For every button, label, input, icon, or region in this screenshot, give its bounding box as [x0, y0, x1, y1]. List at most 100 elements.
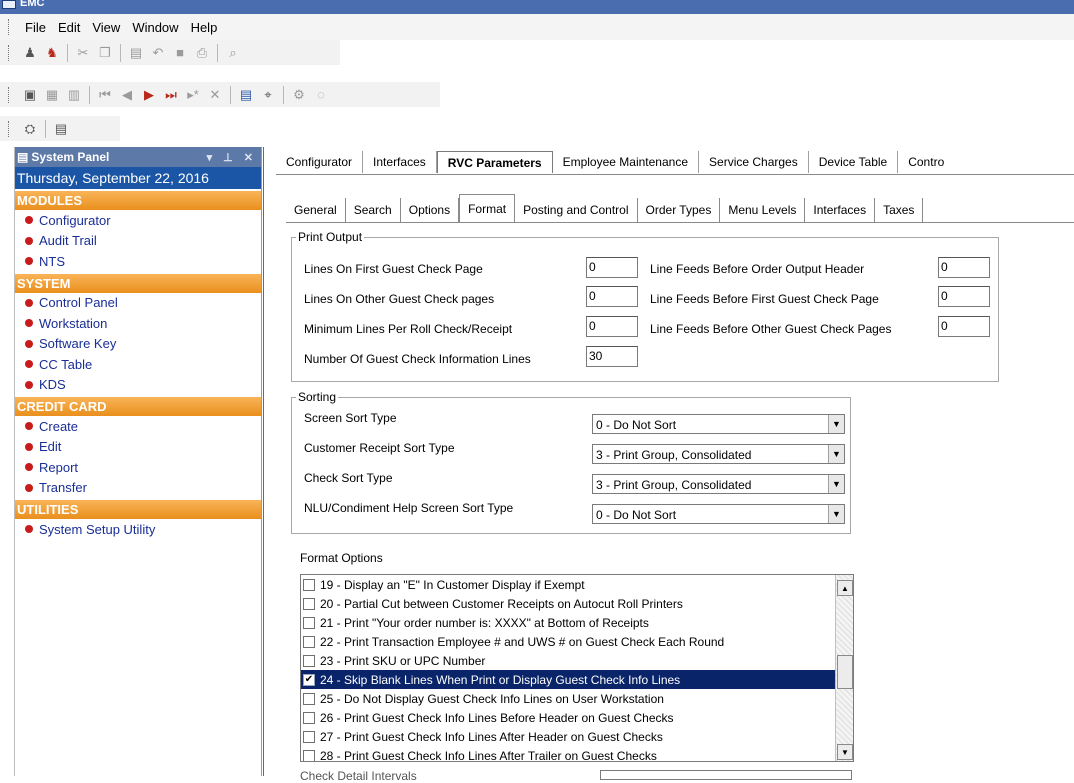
checkbox-checked[interactable]: ✔ — [303, 673, 315, 686]
tab-general[interactable]: General — [286, 198, 346, 222]
delete-record-icon[interactable]: ✕ — [206, 86, 224, 104]
checkbox[interactable] — [303, 711, 315, 724]
min-lines-roll-input[interactable]: 0 — [586, 316, 638, 337]
check-detail-intervals-input[interactable] — [600, 770, 852, 780]
checkbox[interactable] — [303, 578, 315, 591]
screen-sort-select[interactable]: 0 - Do Not Sort ▼ — [592, 414, 845, 434]
tab-device-table[interactable]: Device Table — [809, 151, 899, 173]
cut-icon[interactable]: ✂ — [74, 44, 92, 62]
checkbox[interactable] — [303, 749, 315, 761]
list-item[interactable]: 27 - Print Guest Check Info Lines After … — [301, 727, 853, 746]
check-sort-select[interactable]: 3 - Print Group, Consolidated ▼ — [592, 474, 845, 494]
chevron-down-icon[interactable]: ▼ — [828, 415, 844, 433]
tab-options[interactable]: Options — [401, 198, 460, 222]
format-options-list[interactable]: 19 - Display an "E" In Customer Display … — [300, 574, 854, 762]
tab-interfaces-sub[interactable]: Interfaces — [805, 198, 876, 222]
tab-order-types[interactable]: Order Types — [638, 198, 721, 222]
menu-view[interactable]: View — [86, 20, 126, 35]
sidebar-item-system-setup-utility[interactable]: System Setup Utility — [15, 519, 261, 540]
filter-icon[interactable]: ⚙ — [290, 86, 308, 104]
sidebar-item-transfer[interactable]: Transfer — [15, 478, 261, 499]
checkbox[interactable] — [303, 616, 315, 629]
first-record-icon[interactable]: ⏮ — [96, 86, 114, 104]
lines-other-pages-input[interactable]: 0 — [586, 286, 638, 307]
sidebar-item-cc-table[interactable]: CC Table — [15, 354, 261, 375]
tab-employee-maintenance[interactable]: Employee Maintenance — [553, 151, 700, 173]
tab-posting-and-control[interactable]: Posting and Control — [515, 198, 638, 222]
guest-check-info-lines-input[interactable]: 30 — [586, 346, 638, 367]
paste-icon[interactable]: ▤ — [127, 44, 145, 62]
list-item[interactable]: 21 - Print "Your order number is: XXXX" … — [301, 613, 853, 632]
sidebar-item-software-key[interactable]: Software Key — [15, 334, 261, 355]
menu-window[interactable]: Window — [126, 20, 184, 35]
user-config-icon[interactable]: ♞ — [43, 44, 61, 62]
checkbox[interactable] — [303, 654, 315, 667]
tab-menu-levels[interactable]: Menu Levels — [720, 198, 806, 222]
sidebar-item-report[interactable]: Report — [15, 457, 261, 478]
sidebar-item-audit-trail[interactable]: Audit Trail — [15, 231, 261, 252]
previous-record-icon[interactable]: ◀ — [118, 86, 136, 104]
list-item[interactable]: 19 - Display an "E" In Customer Display … — [301, 575, 853, 594]
list-item[interactable]: 26 - Print Guest Check Info Lines Before… — [301, 708, 853, 727]
menu-file[interactable]: File — [19, 20, 52, 35]
sidebar-item-workstation[interactable]: Workstation — [15, 313, 261, 334]
menu-edit[interactable]: Edit — [52, 20, 86, 35]
find-icon[interactable]: ⌖ — [259, 86, 277, 104]
refresh-icon[interactable]: ◌ — [312, 86, 330, 104]
vertical-scrollbar[interactable]: ▲ ▼ — [835, 575, 853, 761]
feeds-before-order-header-input[interactable]: 0 — [938, 257, 990, 278]
list-item[interactable]: 22 - Print Transaction Employee # and UW… — [301, 632, 853, 651]
pin-close-icons[interactable]: ▾ ⊥ ✕ — [207, 151, 261, 164]
next-record-icon[interactable]: ▶ — [140, 86, 158, 104]
chevron-down-icon[interactable]: ▼ — [828, 445, 844, 463]
tab-rvc-parameters[interactable]: RVC Parameters — [436, 151, 553, 173]
tab-configurator[interactable]: Configurator — [276, 151, 364, 173]
sidebar-item-kds[interactable]: KDS — [15, 375, 261, 396]
sidebar-item-edit[interactable]: Edit — [15, 437, 261, 458]
tab-service-charges[interactable]: Service Charges — [699, 151, 809, 173]
menu-help[interactable]: Help — [185, 20, 224, 35]
sidebar-item-configurator[interactable]: Configurator — [15, 210, 261, 231]
tab-interfaces[interactable]: Interfaces — [363, 151, 437, 173]
last-record-icon[interactable]: ⏭ — [162, 86, 180, 104]
print-preview-icon[interactable]: ⌕ — [224, 44, 242, 62]
tab-format[interactable]: Format — [459, 194, 516, 222]
tab-control[interactable]: Contro — [898, 151, 954, 173]
checkbox[interactable] — [303, 692, 315, 705]
list-item[interactable]: 25 - Do Not Display Guest Check Info Lin… — [301, 689, 853, 708]
scroll-up-icon[interactable]: ▲ — [837, 580, 853, 596]
checkbox[interactable] — [303, 597, 315, 610]
new-record-icon[interactable]: ▸* — [184, 86, 202, 104]
checkbox[interactable] — [303, 730, 315, 743]
print-icon[interactable]: ⎙ — [193, 44, 211, 62]
list-item[interactable]: 23 - Print SKU or UPC Number — [301, 651, 853, 670]
copy-record-icon[interactable]: ▥ — [65, 86, 83, 104]
save-icon[interactable]: ■ — [171, 44, 189, 62]
customer-receipt-sort-select[interactable]: 3 - Print Group, Consolidated ▼ — [592, 444, 845, 464]
nlu-sort-select[interactable]: 0 - Do Not Sort ▼ — [592, 504, 845, 524]
chevron-down-icon[interactable]: ▼ — [828, 475, 844, 493]
form-view-icon[interactable]: ▣ — [21, 86, 39, 104]
checkbox[interactable] — [303, 635, 315, 648]
sidebar-item-nts[interactable]: NTS — [15, 251, 261, 272]
scroll-thumb[interactable] — [837, 655, 853, 689]
list-item[interactable]: 28 - Print Guest Check Info Lines After … — [301, 746, 853, 761]
tab-taxes[interactable]: Taxes — [875, 198, 924, 222]
system-panel-icon[interactable]: ▤ — [52, 120, 70, 138]
feeds-before-first-page-input[interactable]: 0 — [938, 286, 990, 307]
copy-icon[interactable]: ❐ — [96, 44, 114, 62]
add-field-icon[interactable]: ▤ — [237, 86, 255, 104]
panel-tree-icon[interactable]: ⛭ — [21, 120, 39, 138]
lines-first-page-input[interactable]: 0 — [586, 257, 638, 278]
sidebar-item-create[interactable]: Create — [15, 416, 261, 437]
tab-search[interactable]: Search — [346, 198, 401, 222]
sidebar-item-control-panel[interactable]: Control Panel — [15, 293, 261, 314]
chevron-down-icon[interactable]: ▼ — [828, 505, 844, 523]
list-item[interactable]: 20 - Partial Cut between Customer Receip… — [301, 594, 853, 613]
users-icon[interactable]: ♟ — [21, 44, 39, 62]
undo-icon[interactable]: ↶ — [149, 44, 167, 62]
list-item-selected[interactable]: ✔ 24 - Skip Blank Lines When Print or Dis… — [301, 670, 853, 689]
feeds-before-other-pages-input[interactable]: 0 — [938, 316, 990, 337]
scroll-down-icon[interactable]: ▼ — [837, 744, 853, 760]
table-view-icon[interactable]: ▦ — [43, 86, 61, 104]
